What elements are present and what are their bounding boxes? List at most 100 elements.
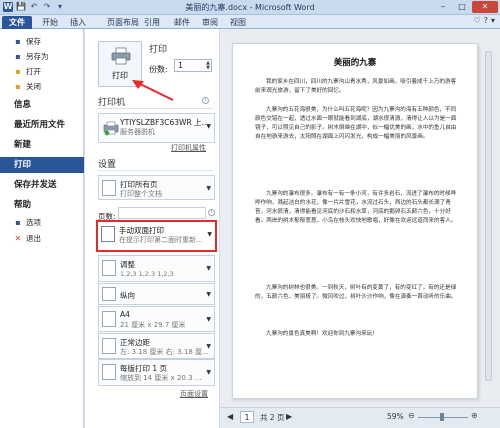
nav-open-label: 打开 bbox=[26, 67, 41, 76]
page-number-input[interactable]: 1 bbox=[240, 411, 254, 423]
zoom-level[interactable]: 59% bbox=[387, 412, 404, 421]
nav-save-send[interactable]: 保存并发送 bbox=[0, 177, 84, 193]
ribbon-right-controls: ♡ ? ▾ bbox=[474, 16, 495, 25]
zoom-slider-handle[interactable] bbox=[440, 413, 444, 421]
copies-spinner-icon[interactable]: ▲ ▼ bbox=[206, 61, 210, 71]
preview-scrollbar[interactable] bbox=[484, 43, 494, 403]
chevron-down-icon: ▼ bbox=[206, 369, 211, 376]
paragraph: 我的家乡在四川，四川的九寨沟山青水秀，风景如画，吸引着成千上万的游客前来观光旅游… bbox=[255, 79, 457, 95]
nav-recent[interactable]: 最近所用文件 bbox=[0, 117, 84, 133]
window-title: 美丽的九寨.docx - Microsoft Word bbox=[185, 3, 315, 12]
nav-info[interactable]: 信息 bbox=[0, 97, 84, 113]
nav-exit[interactable]: ✕ 退出 bbox=[0, 231, 84, 247]
paper-size-title: A4 bbox=[120, 310, 130, 319]
copies-label: 份数: bbox=[149, 65, 168, 74]
tab-review[interactable]: 审阅 bbox=[202, 16, 218, 29]
copies-input[interactable]: 1 ▲ ▼ bbox=[174, 59, 212, 72]
page-setup-link[interactable]: 页面设置 bbox=[180, 389, 208, 399]
nav-new[interactable]: 新建 bbox=[0, 137, 84, 153]
margins-icon bbox=[102, 338, 116, 354]
tab-view[interactable]: 视图 bbox=[230, 16, 246, 29]
printer-dropdown[interactable]: YTIYSLZBF3C63WR 上... 服务器脱机 ▼ bbox=[98, 113, 215, 143]
close-doc-icon: ▪ bbox=[15, 82, 21, 91]
tab-mailings[interactable]: 邮件 bbox=[174, 16, 190, 29]
nav-print[interactable]: 打印 bbox=[0, 157, 84, 173]
print-range-dropdown[interactable]: 打印所有页 打印整个文档 ▼ bbox=[98, 175, 215, 200]
divider bbox=[97, 108, 213, 109]
pages-per-sheet-dropdown[interactable]: 每版打印 1 页 缩放到 14 厘米 x 20.3 ... ▼ bbox=[98, 359, 215, 386]
zoom-out-icon[interactable]: ⊖ bbox=[408, 411, 415, 420]
nav-save-as[interactable]: ▪ 另存为 bbox=[0, 49, 84, 65]
minimize-button[interactable]: – bbox=[434, 1, 452, 13]
printer-info-icon[interactable]: i bbox=[202, 97, 209, 104]
nav-close[interactable]: ▪ 关闭 bbox=[0, 79, 84, 95]
orientation-dropdown[interactable]: 纵向 ▼ bbox=[98, 283, 215, 305]
nav-open[interactable]: ▪ 打开 bbox=[0, 64, 84, 80]
print-section-title: 打印 bbox=[149, 45, 168, 55]
preview-status-bar: ◀ 1 共 2 页 ▶ 59% ⊖ ⊕ bbox=[220, 407, 500, 428]
nav-save-label: 保存 bbox=[26, 37, 41, 46]
help-icon[interactable]: ? bbox=[484, 16, 488, 25]
nav-help[interactable]: 帮助 bbox=[0, 197, 84, 213]
printer-device-icon bbox=[103, 121, 119, 136]
zoom-in-icon[interactable]: ⊕ bbox=[471, 411, 478, 420]
open-icon: ▪ bbox=[15, 67, 21, 76]
chevron-down-icon: ▼ bbox=[206, 316, 211, 323]
print-range-sub: 打印整个文档 bbox=[120, 190, 162, 198]
duplex-dropdown[interactable]: 手动双面打印 在提示打印第二面时重新... ▼ bbox=[96, 220, 217, 252]
paragraph: 九寨沟的景色真美啊！欢迎你到九寨沟来玩！ bbox=[266, 331, 378, 337]
printer-section-title: 打印机 bbox=[98, 98, 126, 108]
tab-file[interactable]: 文件 bbox=[2, 16, 32, 29]
chevron-down-icon: ▼ bbox=[207, 231, 212, 238]
nav-exit-label: 退出 bbox=[26, 234, 41, 243]
options-icon: ▪ bbox=[15, 218, 21, 227]
paragraph: 九寨沟的五花海很美，为什么叫五花海呢？因为九寨沟的海有五种颜色，不同颜色交错在一… bbox=[255, 107, 457, 141]
pages-input[interactable] bbox=[118, 207, 206, 219]
tab-insert[interactable]: 插入 bbox=[70, 16, 86, 29]
margins-dropdown[interactable]: 正常边距 左: 3.18 厘米 右: 3.18 厘... ▼ bbox=[98, 333, 215, 359]
pages-per-sheet-sub: 缩放到 14 厘米 x 20.3 ... bbox=[120, 374, 202, 382]
ribbon-tabs: 文件 开始 插入 页面布局 引用 邮件 审阅 视图 ♡ ? ▾ bbox=[0, 15, 500, 29]
portrait-icon bbox=[102, 287, 116, 301]
orientation-title: 纵向 bbox=[120, 291, 135, 300]
page-total: 共 2 页 bbox=[260, 413, 285, 422]
collate-dropdown[interactable]: 调整 1,2,3 1,2,3 1,2,3 ▼ bbox=[98, 255, 215, 282]
chevron-down-icon: ▼ bbox=[206, 343, 211, 350]
paragraph: 九寨沟的树林也很美。一到秋天，树叶有的变黄了，有的变红了，有的还是绿的，五颜六色… bbox=[255, 285, 457, 301]
paper-size-dropdown[interactable]: A4 21 厘米 x 29.7 厘米 ▼ bbox=[98, 306, 215, 332]
printer-properties-link[interactable]: 打印机属性 bbox=[171, 143, 206, 153]
pages-info-icon[interactable]: i bbox=[208, 209, 215, 216]
scrollbar-thumb[interactable] bbox=[485, 51, 492, 381]
paper-size-sub: 21 厘米 x 29.7 厘米 bbox=[120, 321, 186, 329]
window-controls: – □ ✕ bbox=[434, 1, 498, 13]
duplex-icon bbox=[101, 226, 115, 242]
save-as-icon: ▪ bbox=[15, 52, 21, 61]
chevron-down-icon: ▼ bbox=[206, 291, 211, 298]
divider bbox=[97, 170, 213, 171]
chevron-down-icon: ▼ bbox=[206, 185, 211, 192]
heart-icon[interactable]: ♡ bbox=[474, 16, 481, 25]
tab-home[interactable]: 开始 bbox=[42, 16, 58, 29]
collate-title: 调整 bbox=[120, 260, 135, 269]
title-bar: W 💾 ↶ ↷ ▾ 美丽的九寨.docx - Microsoft Word – … bbox=[0, 0, 500, 15]
nav-save[interactable]: ▪ 保存 bbox=[0, 34, 84, 50]
nav-close-label: 关闭 bbox=[26, 82, 41, 91]
printer-status: 服务器脱机 bbox=[120, 128, 155, 136]
collate-sub: 1,2,3 1,2,3 1,2,3 bbox=[120, 270, 174, 278]
next-page-icon[interactable]: ▶ bbox=[286, 412, 292, 421]
tab-references[interactable]: 引用 bbox=[144, 16, 160, 29]
nav-options[interactable]: ▪ 选项 bbox=[0, 215, 84, 231]
pages-per-sheet-icon bbox=[102, 364, 116, 380]
tab-page-layout[interactable]: 页面布局 bbox=[107, 16, 139, 29]
save-icon: ▪ bbox=[15, 37, 21, 46]
backstage-nav: ▪ 保存 ▪ 另存为 ▪ 打开 ▪ 关闭 信息 最近所用文件 新建 打印 保存并… bbox=[0, 29, 84, 428]
preview-page: 美丽的九寨 我的家乡在四川，四川的九寨沟山青水秀，风景如画，吸引着成千上万的游客… bbox=[232, 43, 478, 399]
close-window-button[interactable]: ✕ bbox=[472, 1, 498, 13]
document-pages-icon bbox=[102, 180, 116, 196]
maximize-button[interactable]: □ bbox=[453, 1, 471, 13]
minimize-ribbon-icon[interactable]: ▾ bbox=[491, 16, 495, 25]
chevron-down-icon: ▼ bbox=[206, 123, 211, 130]
previous-page-icon[interactable]: ◀ bbox=[227, 412, 233, 421]
paragraph: 九寨沟的瀑布很多。瀑布有一有一条小河，有许多岩石，流进了瀑布的时候哗哗作响，溅起… bbox=[255, 191, 457, 225]
copies-value: 1 bbox=[178, 61, 184, 70]
